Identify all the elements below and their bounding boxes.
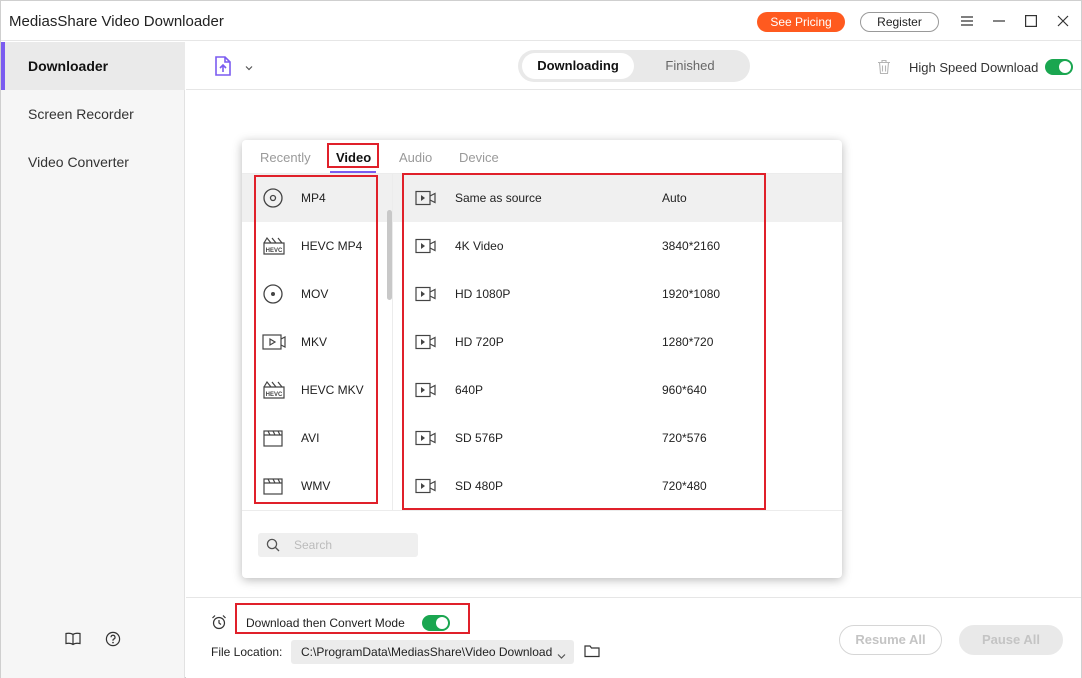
resolution-list: Same as source Auto 4K Video 3840*2160 H… — [393, 174, 842, 510]
resolution-name: 4K Video — [455, 239, 504, 253]
format-label: MKV — [301, 335, 328, 349]
file-location-label: File Location: — [211, 645, 283, 659]
convert-mode-label: Download then Convert Mode — [246, 616, 405, 630]
video-file-icon — [262, 331, 286, 353]
video-camera-icon — [415, 190, 437, 206]
maximize-icon[interactable] — [1021, 11, 1041, 31]
resolution-size: 960*640 — [662, 383, 707, 397]
minimize-icon[interactable] — [989, 11, 1009, 31]
sidebar: Downloader Screen Recorder Video Convert… — [1, 42, 185, 678]
menu-icon[interactable] — [957, 11, 977, 31]
resolution-name: HD 1080P — [455, 287, 511, 301]
trash-icon[interactable] — [877, 59, 891, 75]
format-item-mkv[interactable]: MKV — [242, 318, 392, 366]
pause-all-button[interactable]: Pause All — [959, 625, 1063, 655]
video-camera-icon — [415, 382, 437, 398]
sidebar-item-screen-recorder[interactable]: Screen Recorder — [1, 90, 185, 138]
format-popup: Recently Video Audio Device MP4 HEVC HEV… — [242, 140, 842, 578]
resolution-size: 720*480 — [662, 479, 707, 493]
svg-text:HEVC: HEVC — [266, 248, 283, 254]
video-camera-icon — [415, 430, 437, 446]
book-icon[interactable] — [64, 630, 82, 648]
tab-video[interactable]: Video — [336, 150, 371, 165]
app-title: MediasShare Video Downloader — [9, 13, 224, 30]
resolution-size: 1920*1080 — [662, 287, 721, 301]
format-item-mp4[interactable]: MP4 — [242, 174, 392, 222]
disc-icon — [262, 187, 284, 209]
clapper-icon — [262, 475, 284, 497]
tab-video-underline — [330, 171, 376, 173]
resolution-size: 1280*720 — [662, 335, 714, 349]
convert-mode-toggle[interactable] — [422, 615, 450, 631]
see-pricing-button[interactable]: See Pricing — [757, 12, 845, 32]
format-label: HEVC MKV — [301, 383, 364, 397]
tab-audio[interactable]: Audio — [399, 150, 432, 165]
resolution-size: 720*576 — [662, 431, 707, 445]
tab-device[interactable]: Device — [459, 150, 499, 165]
format-category-tabs: Recently Video Audio Device — [242, 140, 842, 174]
search-icon — [266, 538, 280, 552]
popup-divider — [242, 510, 842, 511]
help-icon[interactable] — [104, 630, 122, 648]
resolution-item[interactable]: 640P 960*640 — [393, 366, 842, 414]
search-input[interactable] — [294, 537, 404, 553]
format-label: MOV — [301, 287, 329, 301]
format-item-hevc-mp4[interactable]: HEVC HEVC MP4 — [242, 222, 392, 270]
video-camera-icon — [415, 286, 437, 302]
clapper-icon — [262, 427, 284, 449]
video-camera-icon — [415, 334, 437, 350]
chevron-down-icon[interactable] — [244, 61, 254, 71]
resume-all-button[interactable]: Resume All — [839, 625, 942, 655]
format-item-mov[interactable]: MOV — [242, 270, 392, 318]
resolution-size: Auto — [662, 191, 687, 205]
format-label: AVI — [301, 431, 320, 445]
video-camera-icon — [415, 478, 437, 494]
alarm-clock-icon[interactable] — [211, 614, 227, 630]
format-item-hevc-mkv[interactable]: HEVC HEVC MKV — [242, 366, 392, 414]
disc-icon — [262, 283, 284, 305]
register-button[interactable]: Register — [860, 12, 939, 32]
format-label: HEVC MP4 — [301, 239, 363, 253]
resolution-item[interactable]: SD 576P 720*576 — [393, 414, 842, 462]
hevc-icon: HEVC — [262, 235, 285, 257]
resolution-item[interactable]: Same as source Auto — [393, 174, 842, 222]
title-bar: MediasShare Video Downloader See Pricing… — [1, 1, 1081, 41]
footer-bar: Download then Convert Mode File Location… — [186, 597, 1081, 678]
hevc-icon: HEVC — [262, 379, 285, 401]
chevron-down-icon — [557, 648, 566, 659]
file-location-select[interactable]: C:\ProgramData\MediasShare\Video Downloa… — [291, 640, 574, 664]
format-list: MP4 HEVC HEVC MP4 MOV MKV HEVC HEVC MKV — [242, 174, 392, 510]
tab-recently[interactable]: Recently — [260, 150, 311, 165]
resolution-name: 640P — [455, 383, 484, 397]
sidebar-item-video-converter[interactable]: Video Converter — [1, 138, 185, 186]
format-item-avi[interactable]: AVI — [242, 414, 392, 462]
high-speed-download-label: High Speed Download — [909, 60, 1039, 75]
resolution-item[interactable]: 4K Video 3840*2160 — [393, 222, 842, 270]
resolution-item[interactable]: SD 480P 720*480 — [393, 462, 842, 510]
file-location-value: C:\ProgramData\MediasShare\Video Downloa… — [301, 645, 553, 659]
resolution-item[interactable]: HD 720P 1280*720 — [393, 318, 842, 366]
folder-icon[interactable] — [584, 644, 600, 658]
resolution-name: Same as source — [455, 191, 542, 205]
format-label: MP4 — [301, 191, 326, 205]
resolution-size: 3840*2160 — [662, 239, 721, 253]
format-item-wmv[interactable]: WMV — [242, 462, 392, 510]
tab-finished[interactable]: Finished — [634, 53, 746, 79]
svg-text:HEVC: HEVC — [266, 392, 283, 398]
resolution-item[interactable]: HD 1080P 1920*1080 — [393, 270, 842, 318]
resolution-name: HD 720P — [455, 335, 504, 349]
close-icon[interactable] — [1053, 11, 1073, 31]
high-speed-download-toggle[interactable] — [1045, 59, 1073, 75]
download-status-tabs: Downloading Finished — [518, 50, 750, 82]
main-header: Downloading Finished High Speed Download — [186, 42, 1081, 90]
format-label: WMV — [301, 479, 331, 493]
video-camera-icon — [415, 238, 437, 254]
tab-downloading[interactable]: Downloading — [522, 53, 634, 79]
resolution-name: SD 480P — [455, 479, 504, 493]
sidebar-item-downloader[interactable]: Downloader — [1, 42, 185, 90]
paste-url-icon[interactable] — [212, 54, 234, 78]
resolution-name: SD 576P — [455, 431, 504, 445]
